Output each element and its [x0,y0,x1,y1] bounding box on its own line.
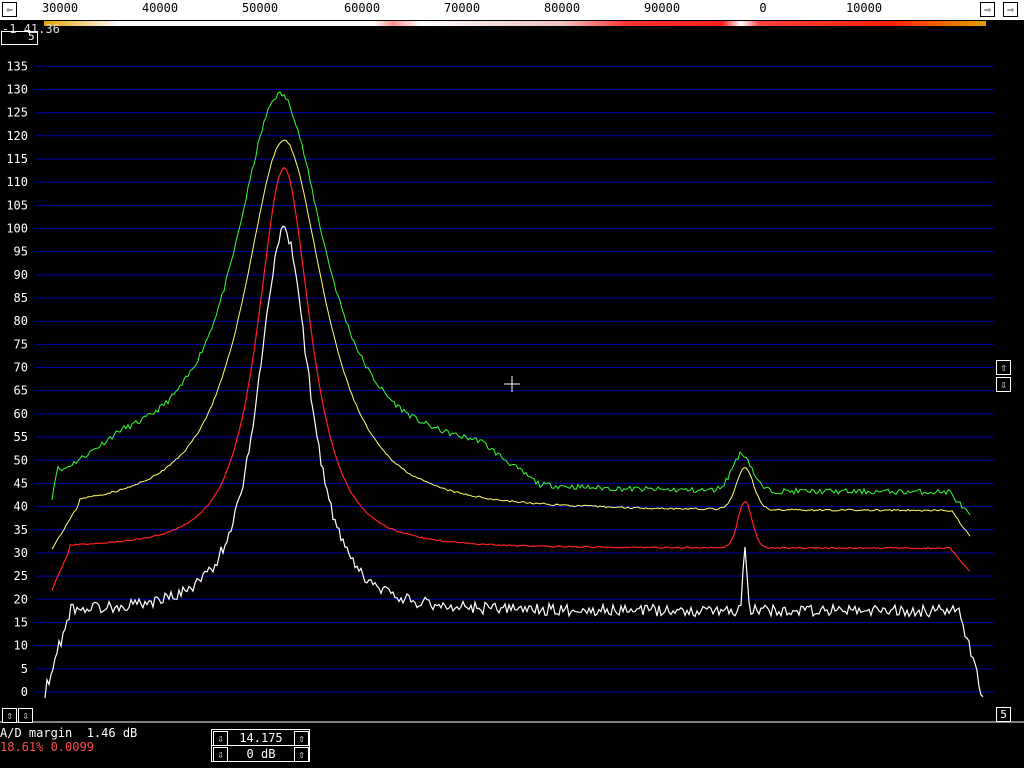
y-tick-label: 105 [6,198,28,212]
y-tick-label: 130 [6,82,28,96]
y-tick-label: 70 [14,361,28,375]
y-tick-label: 0 [21,685,28,699]
scale-down-button[interactable]: ⇩ [996,377,1011,392]
scale-up-button[interactable]: ⇧ [996,360,1011,375]
y-tick-label: 120 [6,129,28,143]
crosshair-cursor [504,376,520,392]
y-tick-label: 85 [14,291,28,305]
trace-red [51,166,971,591]
trace-green [51,91,971,516]
freq-up-button[interactable]: ⇧ [294,731,309,746]
y-tick-label: 40 [14,500,28,514]
y-tick-label: 5 [21,662,28,676]
y-tick-label: 65 [14,384,28,398]
gain-up-button[interactable]: ⇧ [294,747,309,762]
frequency-value[interactable]: 14.175 [226,731,296,745]
y-tick-label: 110 [6,175,28,189]
y-tick-label: 115 [6,152,28,166]
y-tick-label: 15 [14,615,28,629]
gain-value[interactable]: 0 dB [226,747,296,761]
level-readout: 18.61% 0.0099 [0,740,94,754]
y-tick-label: 20 [14,592,28,606]
y-tick-label: 30 [14,546,28,560]
right-number-button[interactable]: 5 [996,707,1011,722]
y-tick-label: 125 [6,106,28,120]
y-tick-label: 10 [14,639,28,653]
y-tick-label: 50 [14,453,28,467]
offset-up-button[interactable]: ⇧ [2,708,17,723]
y-tick-label: 80 [14,314,28,328]
y-tick-label: 55 [14,430,28,444]
y-tick-label: 35 [14,523,28,537]
spectrum-plot[interactable]: 1351301251201151101051009590858075706560… [0,0,1024,768]
y-tick-label: 60 [14,407,28,421]
trace-white [44,225,984,699]
ad-margin-status: A/D margin 1.46 dB [0,726,138,740]
y-tick-label: 100 [6,222,28,236]
y-tick-label: 135 [6,59,28,73]
control-box: ⇩ 14.175 ⇧ ⇩ 0 dB ⇧ [211,729,310,762]
y-tick-label: 25 [14,569,28,583]
y-tick-label: 90 [14,268,28,282]
y-tick-label: 95 [14,245,28,259]
y-tick-label: 45 [14,476,28,490]
offset-down-button[interactable]: ⇩ [18,708,33,723]
y-tick-label: 75 [14,337,28,351]
